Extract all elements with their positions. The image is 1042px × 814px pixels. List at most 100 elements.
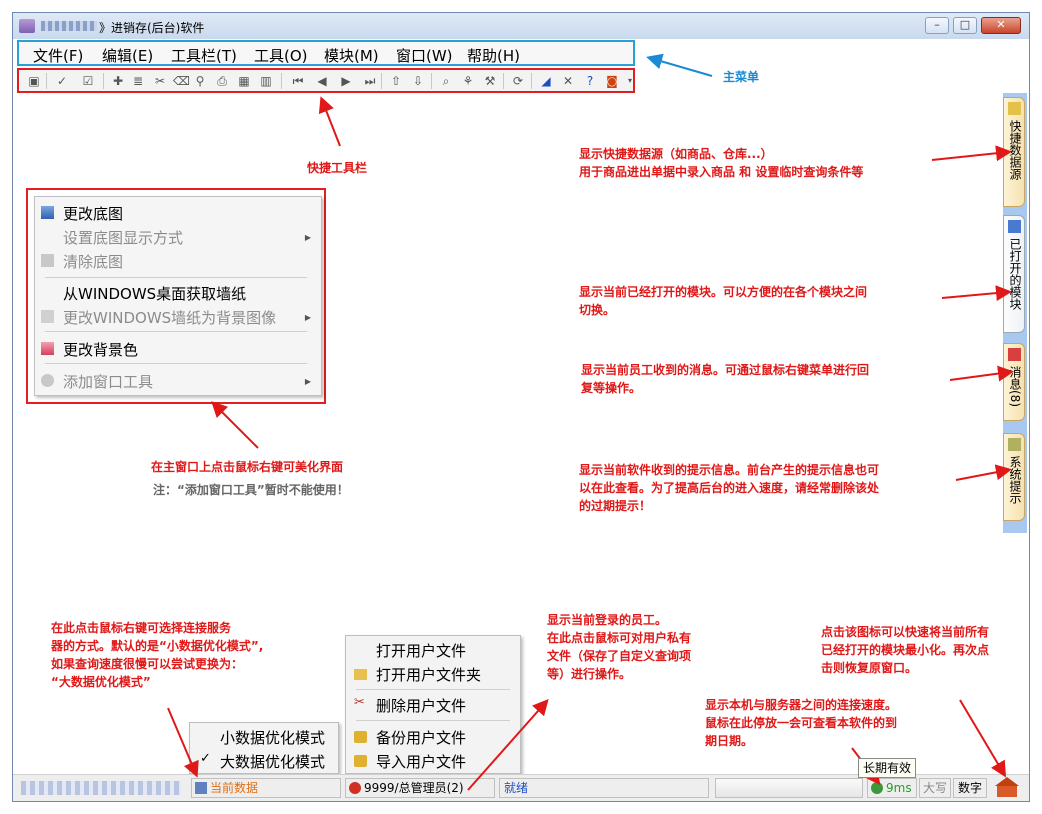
menu-item-set-wallpaper[interactable]: 更改WINDOWS墙纸为背景图像 xyxy=(63,307,276,328)
annotation-messages: 显示当前员工收到的消息。可通过鼠标右键菜单进行回 复等操作。 xyxy=(581,361,869,397)
menu-item-get-wallpaper[interactable]: 从WINDOWS桌面获取墙纸 xyxy=(63,283,246,304)
annotation-right-click: 在主窗口上点击鼠标右键可美化界面 xyxy=(151,460,344,474)
tab-label: 已打开的模块 xyxy=(1008,238,1022,310)
close-button[interactable]: ✕ xyxy=(981,17,1021,34)
erase-icon[interactable]: ⌫ xyxy=(173,74,190,88)
menu-window[interactable]: 窗口(W) xyxy=(396,45,453,66)
data-source-icon xyxy=(1008,102,1021,115)
menu-help[interactable]: 帮助(H) xyxy=(467,45,520,66)
menu-item-backup-user-file[interactable]: 备份用户文件 xyxy=(376,727,466,748)
main-window: 》进销存(后台)软件 – □ ✕ 文件(F) 编辑(E) 工具栏(T) 工具(O… xyxy=(12,12,1030,802)
add-icon[interactable]: ✚ xyxy=(111,74,125,88)
tab-opened-modules[interactable]: 已打开的模块 xyxy=(1003,215,1025,333)
caps-lock-indicator: 大写 xyxy=(919,778,951,798)
submenu-arrow-icon: ▶ xyxy=(304,313,311,322)
toolbar-separator xyxy=(431,73,432,89)
annotation-line: 期日期。 xyxy=(705,734,754,748)
prev-record-icon[interactable]: ◀ xyxy=(315,74,329,88)
picture-icon xyxy=(41,206,54,219)
toolbar-overflow-icon[interactable]: ▾ xyxy=(623,74,637,88)
title-bar[interactable]: 》进销存(后台)软件 – □ ✕ xyxy=(13,13,1029,39)
move-up-icon[interactable]: ⇧ xyxy=(389,74,403,88)
chart-icon[interactable]: ◢ xyxy=(539,74,553,88)
minimize-button[interactable]: – xyxy=(925,17,949,34)
tab-label: 系统提示 xyxy=(1008,456,1022,504)
delete-icon[interactable]: ✂ xyxy=(153,74,167,88)
menu-file[interactable]: 文件(F) xyxy=(33,45,83,66)
message-icon xyxy=(1008,348,1021,361)
annotation-line: 显示当前员工收到的消息。可通过鼠标右键菜单进行回 xyxy=(581,363,870,377)
main-menu-bar: 文件(F) 编辑(E) 工具栏(T) 工具(O) 模块(M) 窗口(W) 帮助(… xyxy=(17,40,635,66)
menu-item-clear-bg[interactable]: 清除底图 xyxy=(63,251,123,272)
menu-separator xyxy=(356,689,510,690)
print-icon[interactable]: ⎙ xyxy=(215,74,229,88)
annotation-line: 用于商品进出单据中录入商品 和 设置临时查询条件等 xyxy=(579,165,864,179)
menu-item-bg-display-mode[interactable]: 设置底图显示方式 xyxy=(63,227,183,248)
find-icon[interactable]: ⚲ xyxy=(193,74,207,88)
tab-label: 消息(8) xyxy=(1008,366,1022,407)
menu-item-import-user-file[interactable]: 导入用户文件 xyxy=(376,751,466,772)
annotation-system-tips: 显示当前软件收到的提示信息。前台产生的提示信息也可 以在此查看。为了提高后台的进… xyxy=(579,461,879,515)
import-icon xyxy=(354,755,367,767)
move-down-icon[interactable]: ⇩ xyxy=(411,74,425,88)
annotation-line: 鼠标在此停放一会可查看本软件的到 xyxy=(705,716,898,730)
annotation-line: 显示当前已经打开的模块。可以方便的在各个模块之间 xyxy=(579,285,868,299)
menu-toolbar[interactable]: 工具栏(T) xyxy=(171,45,237,66)
annotation-speed: 显示本机与服务器之间的连接速度。 鼠标在此停放一会可查看本软件的到 期日期。 xyxy=(705,696,897,750)
ready-status: 就绪 xyxy=(499,778,709,798)
annotation-line: 已经打开的模块最小化。再次点 xyxy=(821,643,990,657)
submenu-arrow-icon: ▶ xyxy=(304,233,311,242)
color-icon xyxy=(41,342,54,355)
annotation-main-menu: 主菜单 xyxy=(723,70,760,84)
toolbar-separator xyxy=(281,73,282,89)
insert-row-icon[interactable]: ≣ xyxy=(131,74,145,88)
first-record-icon[interactable]: ⏮ xyxy=(291,74,305,88)
tab-messages[interactable]: 消息(8) xyxy=(1003,343,1025,421)
save-icon[interactable]: ▣ xyxy=(27,74,41,88)
annotation-quick-toolbar: 快捷工具栏 xyxy=(307,161,368,175)
next-record-icon[interactable]: ▶ xyxy=(339,74,353,88)
num-lock-indicator: 数字 xyxy=(953,778,987,798)
menu-item-change-bg-color[interactable]: 更改背景色 xyxy=(63,339,138,360)
modules-icon xyxy=(1008,220,1021,233)
menu-item-delete-user-file[interactable]: 删除用户文件 xyxy=(376,695,466,716)
quick-toolbar: ▣ ✓ ☑ ✚ ≣ ✂ ⌫ ⚲ ⎙ ▦ ▥ ⏮ ◀ ▶ ⏭ ⇧ ⇩ ⌕ ⚘ ⚒ … xyxy=(17,68,635,93)
menu-tools[interactable]: 工具(O) xyxy=(254,45,308,66)
delete-icon: ✂ xyxy=(354,695,365,710)
checkbox-icon[interactable]: ☑ xyxy=(81,74,95,88)
check-icon[interactable]: ✓ xyxy=(55,74,69,88)
clear-picture-icon xyxy=(41,254,54,267)
menu-item-change-bg[interactable]: 更改底图 xyxy=(63,203,123,224)
menu-item-open-user-folder[interactable]: 打开用户文件夹 xyxy=(376,664,481,685)
checkmark-icon: ✓ xyxy=(200,751,211,766)
export-icon[interactable]: ▦ xyxy=(237,74,251,88)
wrench-icon[interactable]: ⚒ xyxy=(483,74,497,88)
current-user-label: 9999/总管理员(2) xyxy=(364,781,464,795)
zoom-icon[interactable]: ⌕ xyxy=(439,74,453,88)
minimize-all-icon[interactable] xyxy=(993,777,1021,799)
menu-edit[interactable]: 编辑(E) xyxy=(102,45,153,66)
menu-item-add-window-tool[interactable]: 添加窗口工具 xyxy=(63,371,153,392)
toolbar-separator xyxy=(503,73,504,89)
tab-quick-data-source[interactable]: 快捷数据源 xyxy=(1003,97,1025,207)
blurred-company-field xyxy=(21,781,181,795)
maximize-button[interactable]: □ xyxy=(953,17,977,34)
menu-item-large-data-mode[interactable]: 大数据优化模式 xyxy=(220,751,325,772)
annotation-note: 注：“添加窗口工具”暂时不能使用！ xyxy=(153,483,349,497)
exit-icon[interactable]: ◙ xyxy=(605,74,619,88)
tab-system-tips[interactable]: 系统提示 xyxy=(1003,433,1025,521)
menu-module[interactable]: 模块(M) xyxy=(324,45,379,66)
last-record-icon[interactable]: ⏭ xyxy=(363,74,377,88)
data-mode-status[interactable]: 当前数据 xyxy=(191,778,341,798)
current-user-status[interactable]: 9999/总管理员(2) xyxy=(345,778,495,798)
annotation-opened-modules: 显示当前已经打开的模块。可以方便的在各个模块之间 切换。 xyxy=(579,283,867,319)
refresh-icon[interactable]: ⟳ xyxy=(511,74,525,88)
wand-icon[interactable]: ⚘ xyxy=(461,74,475,88)
toolbar-separator xyxy=(46,73,47,89)
menu-item-open-user-file[interactable]: 打开用户文件 xyxy=(376,640,466,661)
book-icon[interactable]: ▥ xyxy=(259,74,273,88)
tools-icon[interactable]: ✕ xyxy=(561,74,575,88)
help-icon[interactable]: ? xyxy=(583,74,597,88)
connection-speed[interactable]: 9ms xyxy=(867,778,917,798)
menu-item-small-data-mode[interactable]: 小数据优化模式 xyxy=(220,727,325,748)
